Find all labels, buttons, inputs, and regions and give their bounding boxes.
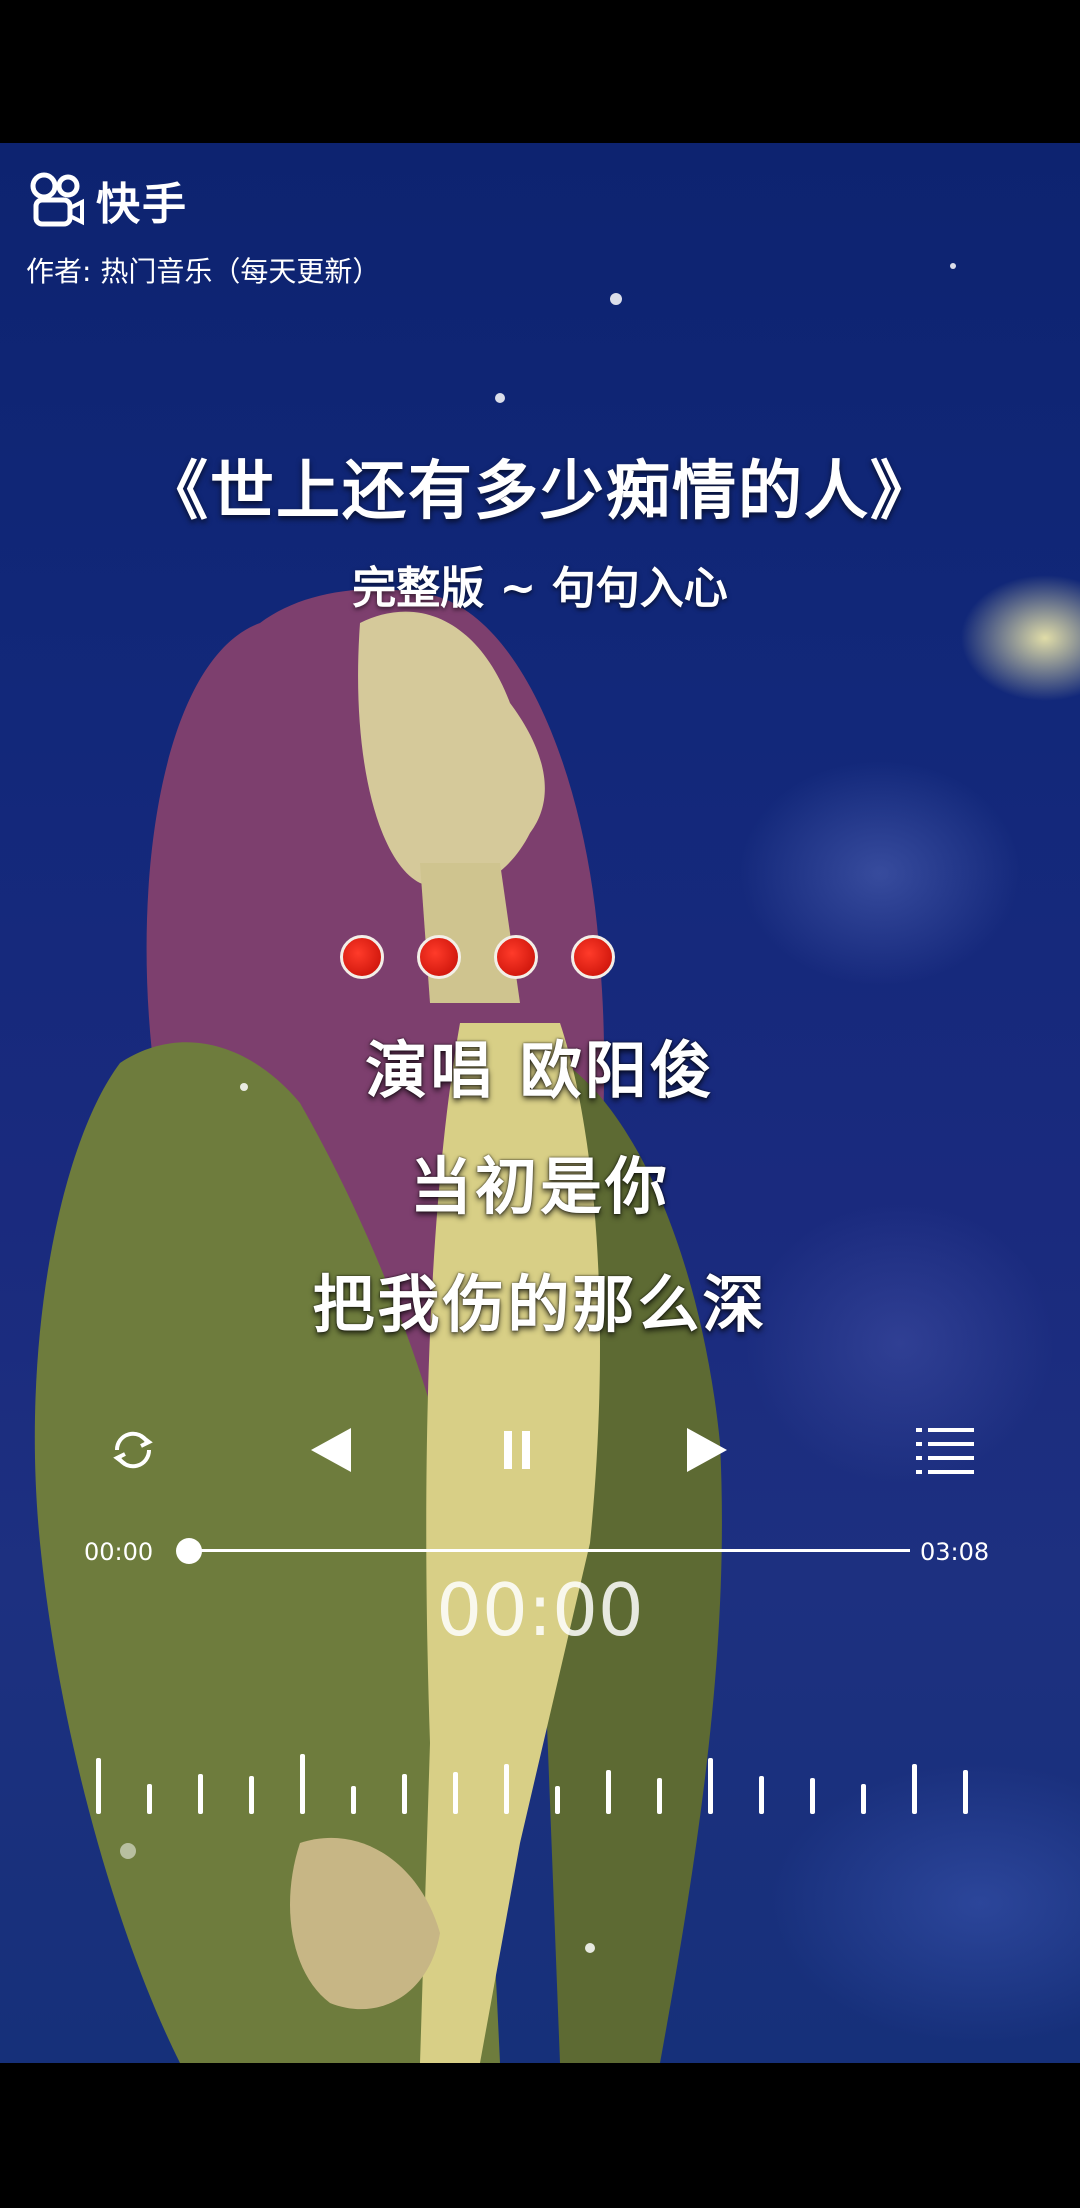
repeat-icon <box>113 1431 153 1469</box>
visualizer-bar <box>606 1770 611 1814</box>
audio-visualizer <box>96 1750 996 1820</box>
next-button[interactable] <box>670 1415 740 1485</box>
next-icon <box>687 1428 727 1472</box>
app-brand: 快手 <box>28 168 188 232</box>
playlist-icon <box>916 1428 974 1474</box>
playlist-button[interactable] <box>910 1415 980 1485</box>
visualizer-bar <box>555 1786 560 1814</box>
repeat-button[interactable] <box>98 1415 168 1485</box>
pause-button[interactable] <box>482 1415 552 1485</box>
progress-track[interactable] <box>190 1549 910 1552</box>
kuaishou-logo-icon <box>30 172 84 227</box>
visualizer-bar <box>351 1786 356 1814</box>
visualizer-bar <box>504 1764 509 1814</box>
lyric-line: 把我伤的那么深 <box>312 1268 768 1341</box>
player-controls <box>0 1415 1080 1485</box>
visualizer-bar <box>657 1778 662 1814</box>
visualizer-bar <box>198 1774 203 1814</box>
visualizer-bar <box>402 1774 407 1814</box>
sparkle <box>495 393 505 403</box>
indicator-dot <box>417 935 461 979</box>
progress-thumb[interactable] <box>176 1538 202 1564</box>
author-line: 作者: 热门音乐（每天更新） <box>26 255 381 288</box>
visualizer-bar <box>147 1784 152 1814</box>
visualizer-bar <box>249 1776 254 1814</box>
lyric-line: 演唱 欧阳俊 <box>365 1034 715 1107</box>
indicator-dots <box>340 935 615 979</box>
app-name: 快手 <box>96 179 188 230</box>
visualizer-bar <box>861 1784 866 1814</box>
song-title: 《世上还有多少痴情的人》 <box>144 455 936 529</box>
previous-button[interactable] <box>298 1415 368 1485</box>
visualizer-bar <box>453 1772 458 1814</box>
visualizer-bar <box>708 1758 713 1814</box>
visualizer-bar <box>759 1776 764 1814</box>
sparkle <box>120 1843 136 1859</box>
sparkle <box>610 293 622 305</box>
visualizer-bar <box>912 1764 917 1814</box>
indicator-dot <box>340 935 384 979</box>
previous-icon <box>311 1428 351 1472</box>
big-time-display: 00:00 <box>436 1568 644 1652</box>
visualizer-bar <box>96 1758 101 1814</box>
visualizer-bar <box>963 1770 968 1814</box>
visualizer-bar <box>300 1754 305 1814</box>
lyric-line: 当初是你 <box>409 1150 670 1223</box>
sparkle <box>950 263 956 269</box>
song-subtitle: 完整版 ~ 句句入心 <box>352 563 728 614</box>
visualizer-bar <box>810 1778 815 1814</box>
indicator-dot <box>571 935 615 979</box>
total-time: 03:08 <box>920 1538 990 1566</box>
current-time: 00:00 <box>84 1538 154 1566</box>
pause-icon <box>504 1431 530 1469</box>
sparkle <box>585 1943 595 1953</box>
indicator-dot <box>494 935 538 979</box>
